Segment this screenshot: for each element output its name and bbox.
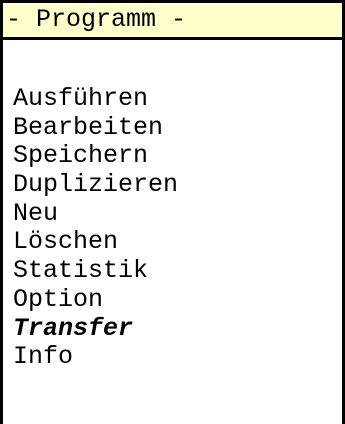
program-menu-panel: - Programm - Ausführen Bearbeiten Speich… [0,0,345,424]
menu-item-transfer[interactable]: Transfer [13,314,178,344]
menu-item-ausfuehren[interactable]: Ausführen [13,84,178,114]
menu-item-loeschen[interactable]: Löschen [13,228,178,257]
menu-item-speichern[interactable]: Speichern [13,142,178,171]
menu-item-duplizieren[interactable]: Duplizieren [13,170,178,200]
menu-list: Ausführen Bearbeiten Speichern Duplizier… [13,84,178,372]
menu-item-option[interactable]: Option [13,285,178,315]
menu-item-neu[interactable]: Neu [13,199,178,229]
menu-item-bearbeiten[interactable]: Bearbeiten [13,113,178,143]
menu-item-statistik[interactable]: Statistik [13,256,178,286]
menu-item-info[interactable]: Info [13,342,178,372]
menu-title: - Programm - [3,0,342,40]
